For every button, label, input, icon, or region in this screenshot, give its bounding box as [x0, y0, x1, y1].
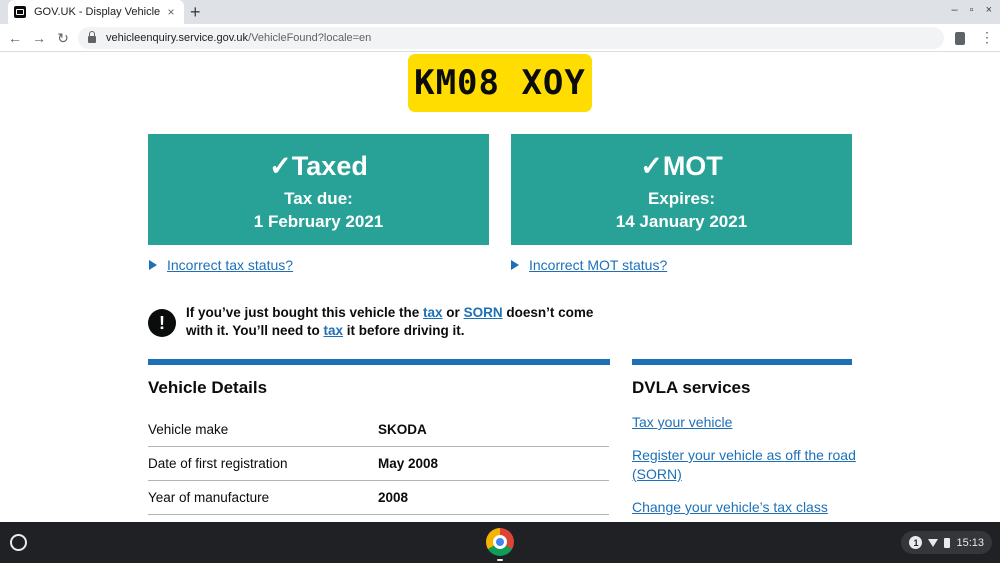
- wifi-icon: [928, 538, 939, 547]
- active-app-indicator: [497, 559, 503, 561]
- clock: 15:13: [956, 536, 984, 549]
- profile-icon[interactable]: [955, 32, 965, 45]
- notification-count: 1: [909, 536, 923, 549]
- close-window-icon[interactable]: ×: [986, 4, 992, 16]
- tax-link[interactable]: tax: [324, 323, 344, 338]
- detail-value: May 2008: [378, 456, 439, 471]
- battery-icon: [944, 537, 951, 548]
- forward-icon[interactable]: →: [30, 28, 48, 48]
- lock-icon: [88, 30, 96, 43]
- mot-status-title: ✓MOT: [511, 151, 852, 181]
- table-row: Date of first registration May 2008: [148, 447, 609, 481]
- change-tax-class-link[interactable]: Change your vehicle’s tax class: [632, 498, 862, 517]
- tax-status-panel: ✓Taxed Tax due: 1 February 2021: [148, 134, 489, 245]
- sorn-link[interactable]: SORN: [464, 305, 503, 320]
- govuk-favicon-icon: [14, 6, 26, 18]
- vehicle-details-heading: Vehicle Details: [148, 378, 268, 397]
- browser-tab[interactable]: GOV.UK - Display Vehicle ×: [8, 0, 184, 24]
- tax-link[interactable]: tax: [423, 305, 443, 320]
- dvla-services-list: Tax your vehicle Register your vehicle a…: [632, 413, 862, 522]
- back-icon[interactable]: ←: [6, 28, 24, 48]
- tax-due-label: Tax due:: [284, 189, 353, 208]
- os-shelf: 1 15:13: [0, 522, 1000, 563]
- tax-your-vehicle-link[interactable]: Tax your vehicle: [632, 413, 862, 432]
- table-row: Vehicle make SKODA: [148, 413, 609, 447]
- status-tray[interactable]: 1 15:13: [901, 531, 992, 554]
- vehicle-details-divider: [148, 359, 610, 365]
- window-controls: – ▫ ×: [952, 4, 992, 16]
- chrome-icon[interactable]: [486, 528, 514, 556]
- warning-text-part: or: [442, 305, 464, 320]
- dvla-services-divider: [632, 359, 852, 365]
- detail-key: Date of first registration: [148, 456, 288, 471]
- tab-strip: GOV.UK - Display Vehicle × + – ▫ ×: [0, 0, 1000, 24]
- restore-icon[interactable]: ▫: [970, 4, 974, 16]
- exclamation-icon: !: [148, 309, 176, 337]
- warning-text-part: it before driving it.: [343, 323, 465, 338]
- incorrect-tax-status-link[interactable]: Incorrect tax status?: [149, 257, 293, 273]
- incorrect-mot-status-link[interactable]: Incorrect MOT status?: [511, 257, 667, 273]
- vehicle-details-table: Vehicle make SKODA Date of first registr…: [148, 413, 609, 515]
- url-host: vehicleenquiry.service.gov.uk: [106, 32, 249, 44]
- warning-notice: ! If you’ve just bought this vehicle the…: [148, 304, 618, 340]
- registration-plate: KM08 XOY: [408, 54, 592, 112]
- tax-status-text: Taxed: [291, 151, 368, 181]
- url-path: /VehicleFound?locale=en: [248, 32, 372, 44]
- new-tab-button[interactable]: +: [190, 2, 201, 22]
- warning-text-part: If you’ve just bought this vehicle the: [186, 305, 424, 320]
- browser-menu-icon[interactable]: ⋮: [980, 29, 994, 46]
- incorrect-tax-status-label[interactable]: Incorrect tax status?: [167, 257, 293, 273]
- triangle-right-icon: [511, 260, 519, 270]
- reload-icon[interactable]: ↻: [54, 28, 72, 48]
- mot-expiry-date: 14 January 2021: [615, 212, 748, 231]
- table-row: Year of manufacture 2008: [148, 481, 609, 515]
- warning-text: If you’ve just bought this vehicle the t…: [186, 304, 618, 340]
- close-tab-icon[interactable]: ×: [164, 5, 178, 19]
- dvla-services-heading: DVLA services: [632, 378, 751, 397]
- mot-status-text: MOT: [662, 151, 723, 181]
- triangle-right-icon: [149, 260, 157, 270]
- tax-due-date: 1 February 2021: [253, 212, 384, 231]
- detail-key: Year of manufacture: [148, 490, 270, 505]
- mot-status-panel: ✓MOT Expires: 14 January 2021: [511, 134, 852, 245]
- mot-expires-label: Expires:: [647, 189, 716, 208]
- detail-key: Vehicle make: [148, 422, 229, 437]
- register-sorn-link[interactable]: Register your vehicle as off the road (S…: [632, 446, 862, 484]
- detail-value: 2008: [378, 490, 409, 505]
- check-icon: ✓: [640, 151, 663, 181]
- detail-value: SKODA: [378, 422, 427, 437]
- tax-status-title: ✓Taxed: [148, 151, 489, 181]
- browser-toolbar: ← → ↻ vehicleenquiry.service.gov.uk /Veh…: [0, 24, 1000, 52]
- address-bar[interactable]: vehicleenquiry.service.gov.uk /VehicleFo…: [78, 27, 944, 49]
- incorrect-mot-status-label[interactable]: Incorrect MOT status?: [529, 257, 667, 273]
- tab-title: GOV.UK - Display Vehicle: [34, 6, 161, 18]
- minimize-icon[interactable]: –: [952, 4, 958, 16]
- check-icon: ✓: [269, 151, 292, 181]
- page-content: KM08 XOY ✓Taxed Tax due: 1 February 2021…: [0, 53, 1000, 522]
- launcher-icon[interactable]: [10, 534, 27, 551]
